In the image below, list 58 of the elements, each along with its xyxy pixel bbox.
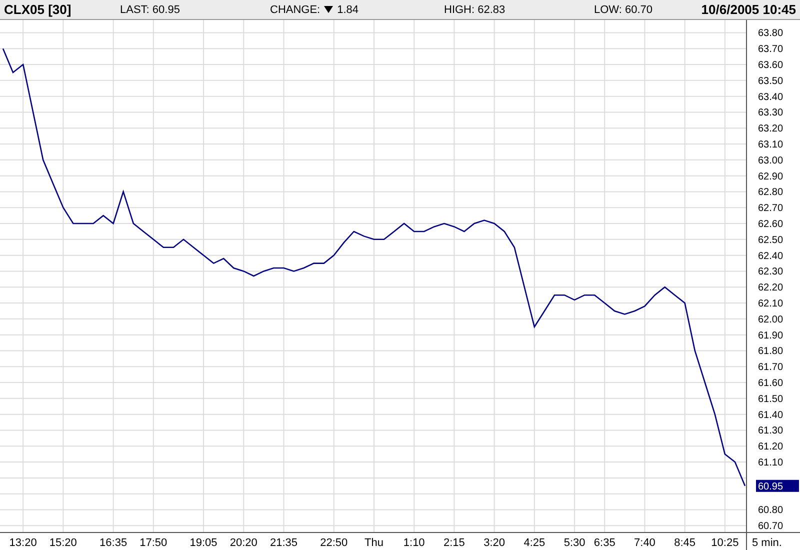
- y-axis-label: 63.10: [758, 140, 784, 151]
- x-axis-label: 10:25: [711, 537, 739, 549]
- x-axis-label: 6:35: [594, 537, 616, 549]
- x-axis-label: 13:20: [9, 537, 37, 549]
- y-axis-label: 62.50: [758, 234, 784, 246]
- x-axis-label: Thu: [364, 537, 384, 549]
- y-axis-label: 62.10: [758, 298, 784, 310]
- x-axis-label: 19:05: [190, 537, 218, 549]
- y-axis-label: 61.60: [758, 378, 784, 390]
- x-axis-label: 16:35: [100, 537, 128, 549]
- interval-label: 5 min.: [752, 537, 782, 549]
- y-axis-label: 61.50: [758, 394, 784, 405]
- y-axis-label: 63.70: [758, 44, 784, 56]
- y-axis-label: 61.20: [758, 442, 784, 453]
- down-triangle-icon: [324, 6, 334, 13]
- y-axis-label: 61.40: [758, 410, 784, 421]
- change-value: 1.84: [337, 4, 359, 16]
- x-axis-label: 17:50: [140, 537, 168, 549]
- y-axis-label: 62.60: [758, 219, 784, 230]
- y-axis-label: 62.40: [758, 250, 784, 262]
- symbol-title: CLX05 [30]: [4, 2, 72, 17]
- y-axis-label: 63.80: [758, 28, 784, 40]
- y-axis-label: 63.00: [758, 155, 784, 166]
- x-axis-label: 22:50: [320, 537, 348, 549]
- y-axis-label: 62.90: [758, 171, 784, 182]
- y-axis-label: 62.70: [758, 203, 784, 214]
- y-axis-label: 60.70: [758, 521, 784, 532]
- x-axis-label: 5:30: [564, 537, 586, 549]
- y-axis-label: 61.70: [758, 362, 784, 374]
- y-axis-label: 63.30: [758, 108, 784, 119]
- x-axis-label: 20:20: [230, 537, 258, 549]
- y-axis-label: 63.20: [758, 124, 784, 135]
- last-price: LAST: 60.95: [120, 4, 181, 16]
- x-axis-label: 7:40: [634, 537, 656, 549]
- y-axis-label: 62.30: [758, 266, 784, 278]
- x-axis-label: 1:10: [403, 537, 425, 549]
- x-axis-label: 4:25: [524, 537, 546, 549]
- y-axis-label: 61.90: [758, 330, 784, 342]
- y-axis-label: 62.20: [758, 282, 784, 294]
- x-axis-label: 3:20: [484, 537, 506, 549]
- last-price-marker: 60.95: [756, 480, 799, 492]
- y-axis-label: 63.60: [758, 60, 784, 72]
- high-price: HIGH: 62.83: [444, 4, 506, 16]
- date-time: 10/6/2005 10:45: [701, 2, 796, 17]
- x-axis-label: 2:15: [444, 537, 465, 549]
- y-axis-label: 61.80: [758, 346, 784, 358]
- low-price: LOW: 60.70: [594, 4, 654, 16]
- y-axis-label: 60.80: [758, 505, 784, 516]
- y-axis-label: 62.00: [758, 314, 784, 326]
- x-axis-label: 15:20: [49, 537, 77, 549]
- change-label: CHANGE:: [270, 4, 320, 16]
- y-axis-label: 63.40: [758, 92, 784, 103]
- x-axis-label: 8:45: [674, 537, 696, 549]
- y-axis-label: 63.50: [758, 76, 784, 87]
- y-axis-label: 62.80: [758, 187, 784, 198]
- y-axis-label: 61.10: [758, 458, 784, 469]
- y-axis-label: 61.30: [758, 426, 784, 437]
- x-axis-label: 21:35: [270, 537, 298, 549]
